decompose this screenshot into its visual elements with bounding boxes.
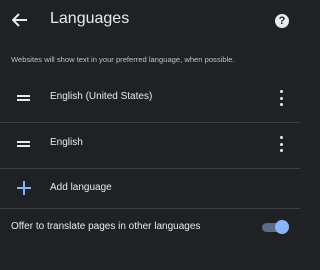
help-icon[interactable]: ? (275, 14, 289, 28)
add-language-label: Add language (50, 182, 112, 193)
drag-handle-icon[interactable] (17, 141, 30, 147)
translate-setting-label: Offer to translate pages in other langua… (11, 221, 201, 232)
back-button[interactable] (8, 8, 32, 32)
arrow-left-icon (12, 13, 27, 27)
add-language-button[interactable]: Add language (0, 168, 300, 209)
top-app-bar: Languages ? (0, 0, 300, 44)
plus-icon (17, 181, 31, 195)
translate-setting-row[interactable]: Offer to translate pages in other langua… (0, 209, 300, 245)
language-row-english-us: English (United States) (0, 76, 300, 123)
page-title: Languages (50, 10, 130, 27)
drag-handle-icon[interactable] (17, 95, 30, 101)
toggle-thumb (275, 220, 289, 234)
translate-toggle[interactable] (262, 220, 289, 234)
more-options-button[interactable] (278, 136, 284, 152)
language-label: English (50, 137, 83, 148)
language-label: English (United States) (50, 91, 153, 102)
language-row-english: English (0, 122, 300, 169)
page-description: Websites will show text in your preferre… (11, 55, 235, 64)
more-vert-icon (279, 136, 283, 139)
more-vert-icon (279, 90, 283, 93)
more-options-button[interactable] (278, 90, 284, 106)
